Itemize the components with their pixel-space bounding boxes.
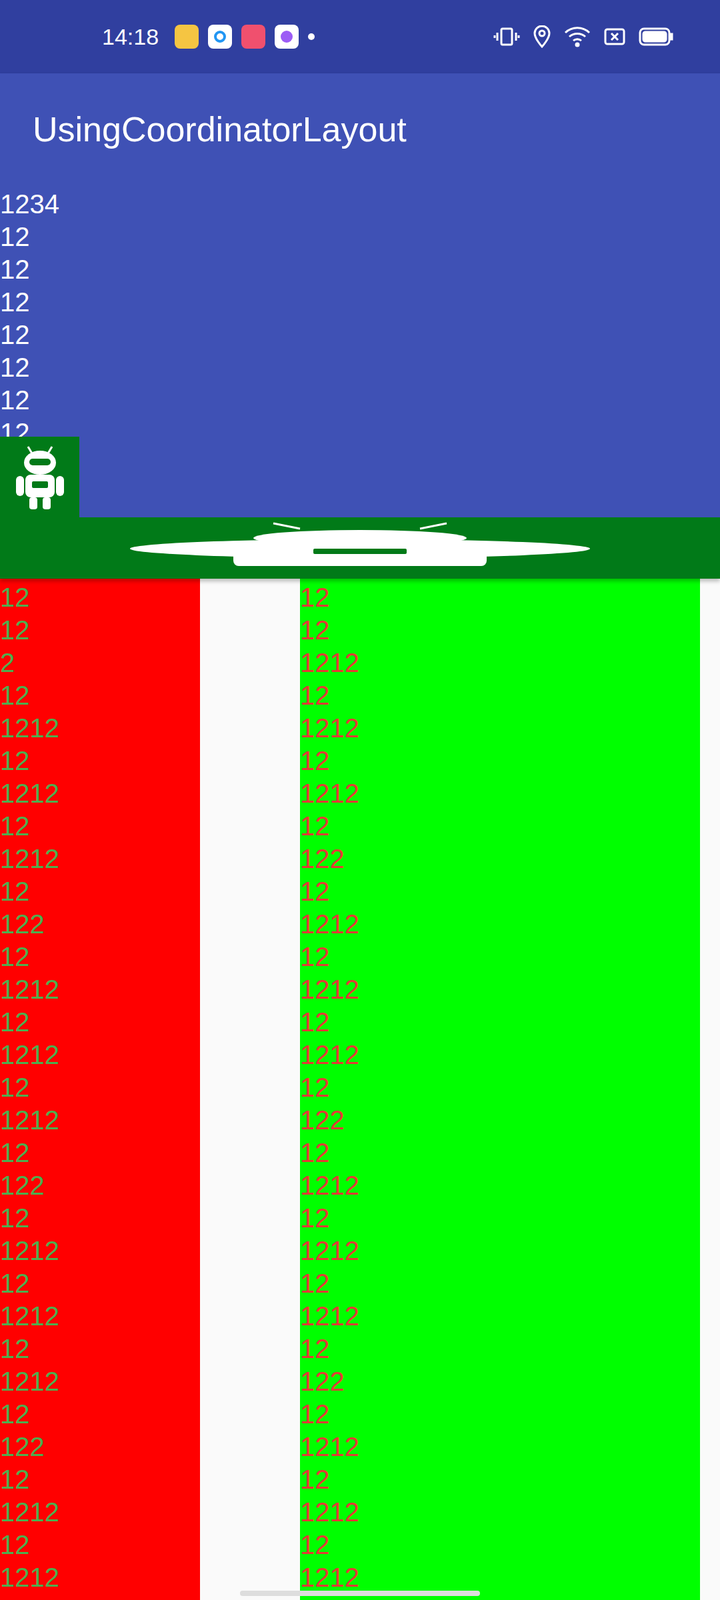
more-dot-icon xyxy=(308,33,315,40)
list-line: 12 xyxy=(0,1071,200,1104)
app-notification-icon xyxy=(274,24,299,49)
list-line: 1212 xyxy=(300,908,700,941)
list-line: 2 xyxy=(0,646,200,680)
list-line: 1212 xyxy=(300,1169,700,1202)
list-line: 12 xyxy=(0,1332,200,1366)
list-line: 122 xyxy=(0,908,200,941)
list-line: 12 xyxy=(0,1528,200,1562)
list-line: 12 xyxy=(0,1006,200,1039)
list-line: 12 xyxy=(300,810,700,843)
list-line: 1212 xyxy=(300,1430,700,1464)
list-line: 12 xyxy=(300,1528,700,1562)
list-line: 1212 xyxy=(300,1038,700,1072)
list-line: 12 xyxy=(0,614,200,647)
avatar-box xyxy=(0,436,80,518)
list-line: 1212 xyxy=(300,1300,700,1333)
app-notification-icon xyxy=(241,24,266,49)
gesture-bar xyxy=(240,1590,480,1596)
list-line: 12 xyxy=(0,940,200,974)
list-line: 1212 xyxy=(300,777,700,810)
app-screen: 14:18UsingCoordinatorLayout1234121212121… xyxy=(0,0,720,1600)
list-line: 1212 xyxy=(0,842,200,876)
list-line: 12 xyxy=(300,1332,700,1366)
header-line: 12 xyxy=(0,351,720,384)
list-line: 1212 xyxy=(0,777,200,810)
location-icon xyxy=(533,25,551,48)
header-line: 12 xyxy=(0,384,720,417)
app-notification-icon xyxy=(208,24,232,49)
content: 1212212121212121212121212122121212121212… xyxy=(0,578,720,1600)
list-line: 1212 xyxy=(0,1038,200,1072)
list-line: 12 xyxy=(300,1267,700,1300)
list-line: 1212 xyxy=(300,712,700,745)
header-line: 1234 xyxy=(0,188,720,221)
list-line: 1212 xyxy=(0,1104,200,1137)
list-line: 1212 xyxy=(0,1365,200,1398)
list-line: 122 xyxy=(300,1365,700,1398)
list-line: 12 xyxy=(300,1202,700,1235)
app-notification-icon xyxy=(174,24,199,49)
list-line: 1212 xyxy=(0,1561,200,1594)
list-line: 12 xyxy=(300,614,700,647)
list-line: 122 xyxy=(300,1104,700,1137)
list-line: 12 xyxy=(300,940,700,974)
list-line: 12 xyxy=(300,1398,700,1431)
toolbar-title: UsingCoordinatorLayout xyxy=(32,103,407,156)
list-line: 1212 xyxy=(0,973,200,1006)
vibrate-icon xyxy=(493,26,520,48)
list-line: 1212 xyxy=(0,1234,200,1268)
list-line: 12 xyxy=(0,1136,200,1170)
list-line: 1212 xyxy=(300,973,700,1006)
list-line: 1212 xyxy=(0,1300,200,1333)
list-line: 12 xyxy=(0,810,200,843)
list-line: 12 xyxy=(300,581,700,614)
header-line: 12 xyxy=(0,286,720,319)
list-line: 12 xyxy=(0,581,200,614)
list-line: 12 xyxy=(300,875,700,908)
list-line: 12 xyxy=(300,1136,700,1170)
list-line: 1212 xyxy=(300,1234,700,1268)
list-line: 122 xyxy=(0,1169,200,1202)
list-line: 12 xyxy=(300,1463,700,1496)
list-line: 12 xyxy=(0,1463,200,1496)
list-line: 12 xyxy=(300,1006,700,1039)
wifi-icon xyxy=(564,26,591,48)
header-line: 12 xyxy=(0,416,720,437)
list-line: 122 xyxy=(0,1430,200,1464)
notification-icons xyxy=(174,24,315,49)
status-bar: 14:18 xyxy=(0,0,720,74)
list-line: 12 xyxy=(0,1202,200,1235)
list-line: 1212 xyxy=(300,646,700,680)
list-line: 12 xyxy=(300,679,700,712)
list-line: 12 xyxy=(0,744,200,778)
list-line: 12 xyxy=(300,744,700,778)
list-line: 1212 xyxy=(0,712,200,745)
battery-icon xyxy=(638,26,674,47)
list-line: 1212 xyxy=(300,1496,700,1529)
header-line: 12 xyxy=(0,318,720,352)
status-time: 14:18 xyxy=(102,20,159,54)
right-column[interactable]: 1212121212121212121212122121212121212121… xyxy=(300,578,700,1600)
no-sim-icon xyxy=(604,26,626,47)
list-line: 12 xyxy=(0,1267,200,1300)
list-line: 12 xyxy=(300,1071,700,1104)
toolbar: UsingCoordinatorLayout xyxy=(0,73,720,186)
system-icons xyxy=(493,25,674,48)
list-line: 1212 xyxy=(300,1561,700,1594)
android-robot-icon xyxy=(12,444,68,511)
header-text: 123412121212121212 xyxy=(0,185,720,437)
app-bar: UsingCoordinatorLayout123412121212121212 xyxy=(0,73,720,579)
left-column[interactable]: 1212212121212121212121212122121212121212… xyxy=(0,578,200,1600)
header-line: 12 xyxy=(0,220,720,254)
collapsing-header: 123412121212121212 xyxy=(0,185,720,518)
list-line: 122 xyxy=(300,842,700,876)
list-line: 12 xyxy=(0,1398,200,1431)
header-line: 12 xyxy=(0,253,720,286)
list-line: 1212 xyxy=(0,1496,200,1529)
image-strip xyxy=(0,517,720,579)
stretched-robot-icon xyxy=(126,522,594,574)
list-line: 12 xyxy=(0,875,200,908)
list-line: 12 xyxy=(0,679,200,712)
